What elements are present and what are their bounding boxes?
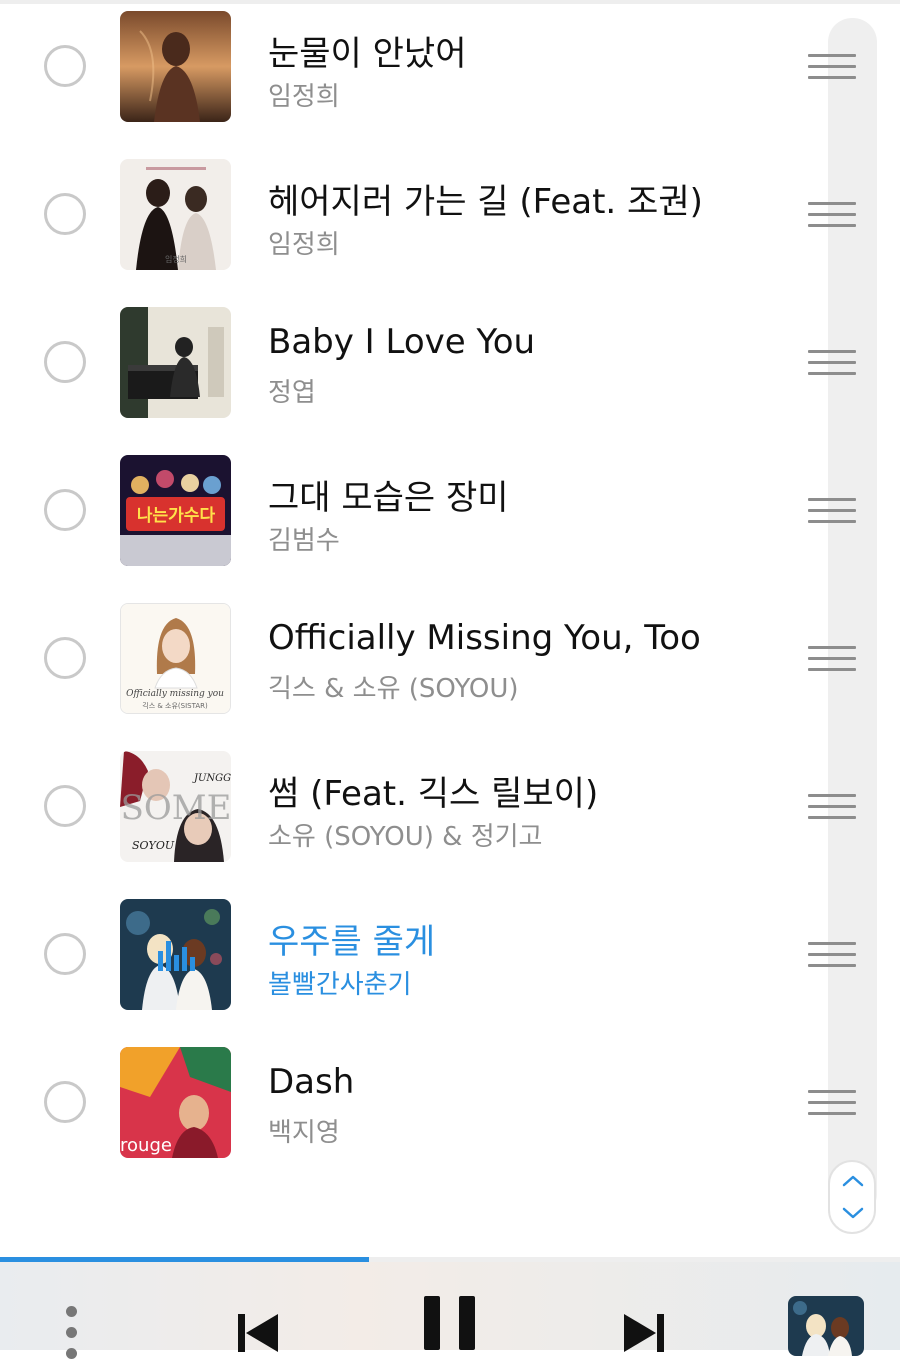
track-title: 썸 (Feat. 긱스 릴보이) (268, 774, 599, 814)
track-row[interactable]: 나는가수다 그대 모습은 장미 김범수 (0, 444, 856, 592)
track-artist: 김범수 (268, 526, 340, 556)
select-radio-icon[interactable] (44, 45, 86, 87)
mini-player (0, 1262, 900, 1359)
select-radio-icon[interactable] (44, 341, 86, 383)
select-radio-icon[interactable] (44, 1081, 86, 1123)
album-art-image: SOME JUNGGIGO SOYOU (120, 751, 231, 862)
album-art-logo: 나는가수다 (137, 506, 216, 526)
track-artist: 임정희 (268, 82, 340, 112)
scrollbar-track[interactable] (828, 18, 877, 1218)
chevron-up-icon[interactable] (842, 1174, 864, 1188)
track-row[interactable]: 임정희 헤어지러 가는 길 (Feat. 조권) 임정희 (0, 148, 856, 296)
album-art (120, 11, 231, 122)
album-art-image (120, 11, 231, 122)
album-art: rouge (120, 1047, 231, 1158)
album-art-signature: SOYOU (132, 839, 175, 852)
album-art-image: 나는가수다 (120, 455, 231, 566)
drag-handle-icon[interactable] (808, 794, 856, 822)
track-artist: 긱스 & 소유 (SOYOU) (268, 674, 519, 704)
track-artist: 볼빨간사춘기 (268, 970, 412, 1000)
select-radio-icon[interactable] (44, 637, 86, 679)
track-title: 그대 모습은 장미 (268, 478, 509, 518)
drag-handle-icon[interactable] (808, 1090, 856, 1118)
album-art-image: Officially missing you 긱스 & 소유(SISTAR) (121, 604, 230, 713)
skip-next-icon[interactable] (622, 1312, 664, 1352)
skip-previous-icon[interactable] (238, 1312, 280, 1352)
album-art-signature: JUNGGIGO (192, 773, 231, 784)
track-artist: 백지영 (268, 1118, 340, 1148)
now-playing-thumbnail[interactable] (788, 1296, 864, 1356)
pause-icon[interactable] (422, 1296, 478, 1350)
track-row[interactable]: Baby I Love You 정엽 (0, 296, 856, 444)
album-art-image: rouge (120, 1047, 231, 1158)
drag-handle-icon[interactable] (808, 54, 856, 82)
track-row[interactable]: Officially missing you 긱스 & 소유(SISTAR) O… (0, 592, 856, 740)
album-art: SOME JUNGGIGO SOYOU (120, 751, 231, 862)
track-row[interactable]: rouge Dash 백지영 (0, 1036, 856, 1184)
album-art (120, 307, 231, 418)
track-row-now-playing[interactable]: 우주를 줄게 볼빨간사춘기 (0, 888, 856, 1036)
drag-handle-icon[interactable] (808, 202, 856, 230)
vertical-dots-icon[interactable] (66, 1306, 80, 1359)
track-title: Baby I Love You (268, 322, 536, 362)
album-art-script: Officially missing you (126, 689, 224, 699)
track-title: 헤어지러 가는 길 (Feat. 조권) (268, 182, 703, 222)
album-art: 나는가수다 (120, 455, 231, 566)
album-art: Officially missing you 긱스 & 소유(SISTAR) (120, 603, 231, 714)
drag-handle-icon[interactable] (808, 942, 856, 970)
album-art-word: rouge (120, 1135, 172, 1156)
select-radio-icon[interactable] (44, 489, 86, 531)
album-art (120, 899, 231, 1010)
track-artist: 소유 (SOYOU) & 정기고 (268, 822, 543, 852)
album-art-image (120, 307, 231, 418)
track-artist: 정엽 (268, 378, 316, 408)
track-title: 우주를 줄게 (268, 922, 436, 962)
now-playing-equalizer-icon (158, 941, 195, 971)
drag-handle-icon[interactable] (808, 350, 856, 378)
scroll-jump-button[interactable] (828, 1160, 876, 1234)
select-radio-icon[interactable] (44, 193, 86, 235)
drag-handle-icon[interactable] (808, 646, 856, 674)
album-art-caption: 긱스 & 소유(SISTAR) (142, 702, 208, 710)
album-art: 임정희 (120, 159, 231, 270)
album-art-image: 임정희 (120, 159, 231, 270)
track-title: 눈물이 안났어 (268, 34, 467, 74)
track-artist: 임정희 (268, 230, 340, 260)
chevron-down-icon[interactable] (842, 1206, 864, 1220)
select-radio-icon[interactable] (44, 785, 86, 827)
album-art-word: SOME (121, 788, 231, 828)
track-row[interactable]: SOME JUNGGIGO SOYOU 썸 (Feat. 긱스 릴보이) 소유 … (0, 740, 856, 888)
track-row[interactable]: 눈물이 안났어 임정희 (0, 0, 856, 148)
drag-handle-icon[interactable] (808, 498, 856, 526)
track-title: Dash (268, 1062, 355, 1102)
track-title: Officially Missing You, Too (268, 618, 701, 658)
select-radio-icon[interactable] (44, 933, 86, 975)
album-art-image (788, 1296, 864, 1356)
album-art-caption: 임정희 (165, 254, 187, 264)
